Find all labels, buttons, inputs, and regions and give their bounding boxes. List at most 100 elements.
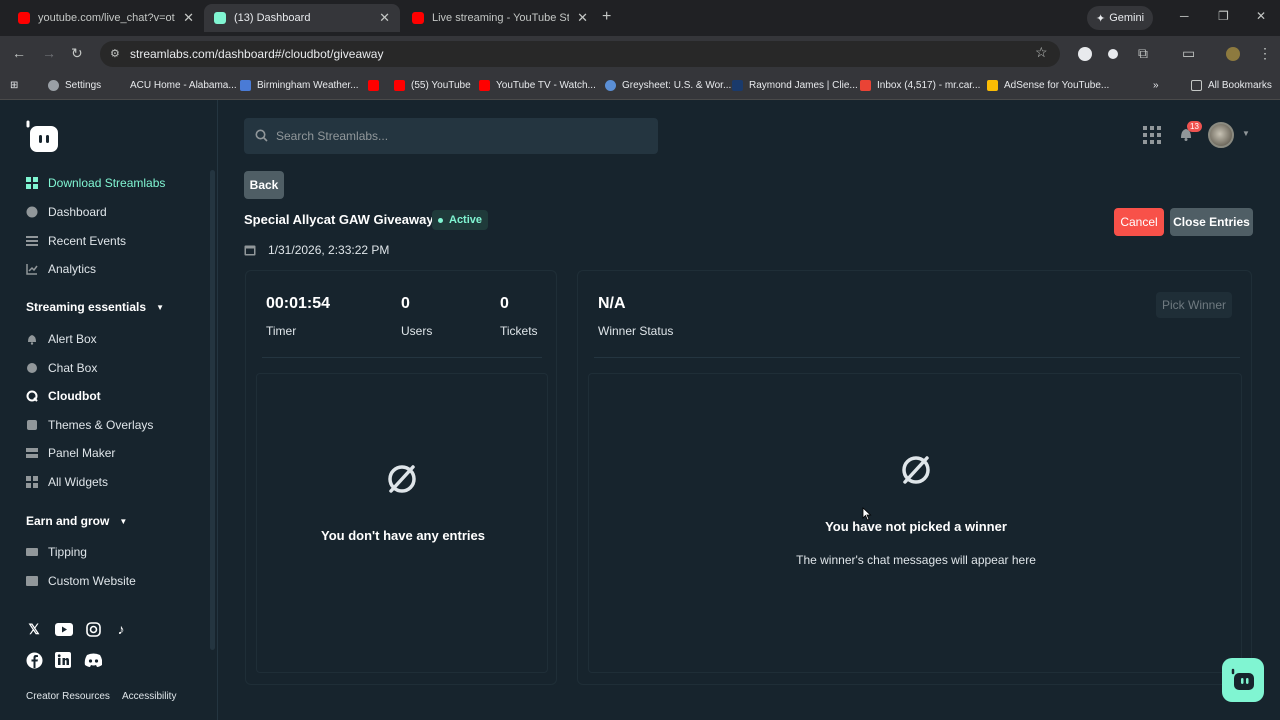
youtube-favicon-icon <box>412 12 424 24</box>
sidebar-item-dashboard[interactable]: Dashboard <box>26 205 107 219</box>
browser-tabbar: youtube.com/live_chat?v=otuLQu ✕ (13) Da… <box>0 0 1280 36</box>
sidebar-item-themes[interactable]: Themes & Overlays <box>26 418 153 432</box>
chart-icon <box>26 263 38 275</box>
facebook-icon[interactable] <box>25 651 43 669</box>
new-tab-icon[interactable]: + <box>602 8 611 26</box>
forward-arrow-icon[interactable]: → <box>42 45 56 61</box>
bookmark-youtube-tv[interactable]: YouTube TV - Watch... <box>479 80 596 91</box>
bookmark-inbox[interactable]: Inbox (4,517) - mr.car... <box>860 80 980 91</box>
youtube-bookmark-icon[interactable] <box>368 80 385 91</box>
greysheet-icon <box>605 80 616 91</box>
cancel-button[interactable]: Cancel <box>1114 208 1164 236</box>
gemini-label: Gemini <box>1109 12 1145 24</box>
pick-winner-button[interactable]: Pick Winner <box>1156 292 1232 318</box>
close-tab-icon[interactable]: ✕ <box>577 10 588 26</box>
tab-dashboard[interactable]: (13) Dashboard ✕ <box>204 4 400 32</box>
avatar[interactable] <box>1208 122 1234 148</box>
close-tab-icon[interactable]: ✕ <box>379 10 390 26</box>
notification-count-badge: 13 <box>1187 121 1202 132</box>
extension-record-icon[interactable] <box>1108 49 1118 59</box>
bookmark-settings[interactable]: Settings <box>48 80 101 91</box>
close-entries-button[interactable]: Close Entries <box>1170 208 1253 236</box>
reload-icon[interactable]: ↻ <box>71 45 83 62</box>
back-arrow-icon[interactable]: ← <box>12 45 26 61</box>
minimize-icon[interactable]: ─ <box>1180 9 1189 23</box>
address-bar[interactable]: ⚙ streamlabs.com/dashboard#/cloudbot/giv… <box>100 41 1060 67</box>
support-chat-button[interactable] <box>1222 658 1264 702</box>
caret-down-icon[interactable]: ▼ <box>1242 129 1250 138</box>
bookmark-star-icon[interactable]: ☆ <box>1035 44 1048 61</box>
tiktok-icon[interactable]: ♪ <box>112 620 130 638</box>
more-bookmarks-icon[interactable]: » <box>1153 80 1159 91</box>
winner-hint: The winner's chat messages will appear h… <box>796 553 1036 567</box>
accessibility-link[interactable]: Accessibility <box>122 691 176 702</box>
linkedin-icon[interactable] <box>54 651 72 669</box>
back-button[interactable]: Back <box>244 171 284 199</box>
streamlabs-logo-icon[interactable] <box>24 120 60 154</box>
apps-grid-icon[interactable] <box>1143 126 1161 144</box>
users-label: Users <box>401 324 433 338</box>
site-info-icon[interactable]: ⚙ <box>110 47 120 60</box>
close-tab-icon[interactable]: ✕ <box>183 10 194 26</box>
sidebar-item-all-widgets[interactable]: All Widgets <box>26 475 108 489</box>
instagram-icon[interactable] <box>84 620 102 638</box>
rj-icon <box>732 80 743 91</box>
bookmark-acu[interactable]: ACU Home - Alabama... <box>130 80 237 91</box>
cast-icon[interactable]: ▭ <box>1182 45 1195 62</box>
apps-grid-icon[interactable]: ⊞ <box>10 80 18 91</box>
x-twitter-icon[interactable]: 𝕏 <box>25 620 43 638</box>
bookmark-adsense[interactable]: AdSense for YouTube... <box>987 80 1109 91</box>
sidebar-item-custom-website[interactable]: Custom Website <box>26 574 136 588</box>
close-window-icon[interactable]: ✕ <box>1256 9 1266 23</box>
sidebar-item-alert-box[interactable]: Alert Box <box>26 332 97 346</box>
gemini-button[interactable]: ✦ Gemini <box>1087 6 1153 30</box>
status-label: Active <box>449 214 483 226</box>
winner-divider <box>594 357 1240 358</box>
extension-s-icon[interactable] <box>1078 47 1092 61</box>
timer-value: 00:01:54 <box>266 295 331 312</box>
chat-icon <box>26 362 38 374</box>
bookmark-raymond-james[interactable]: Raymond James | Clie... <box>732 80 858 91</box>
youtube-icon[interactable] <box>55 620 73 638</box>
sidebar-item-tipping[interactable]: Tipping <box>26 545 87 559</box>
date-text: 1/31/2026, 2:33:22 PM <box>268 243 390 257</box>
bookmark-weather[interactable]: Birmingham Weather... <box>240 80 359 91</box>
sidebar-item-label: Tipping <box>48 545 87 559</box>
sidebar-item-download[interactable]: Download Streamlabs <box>26 176 165 190</box>
restore-icon[interactable]: ❐ <box>1218 9 1229 23</box>
tab-youtube-studio[interactable]: Live streaming - YouTube Studio ✕ <box>402 4 598 32</box>
sidebar-item-label: Download Streamlabs <box>48 176 166 190</box>
search-input[interactable]: Search Streamlabs... <box>244 118 658 154</box>
section-label: Streaming essentials <box>26 300 147 314</box>
sidebar-item-label: Alert Box <box>48 332 97 346</box>
sidebar-item-cloudbot[interactable]: Cloudbot <box>26 389 101 403</box>
weather-icon <box>240 80 251 91</box>
profile-icon[interactable] <box>1226 47 1240 61</box>
sidebar-scrollbar[interactable] <box>210 170 215 650</box>
bookmark-label: (55) YouTube <box>411 80 471 91</box>
bookmark-label: Greysheet: U.S. & Wor... <box>622 80 732 91</box>
stats-divider <box>262 357 542 358</box>
search-placeholder: Search Streamlabs... <box>276 129 389 143</box>
tipping-icon <box>26 546 38 558</box>
bookmark-label: YouTube TV - Watch... <box>496 80 596 91</box>
tab-title: youtube.com/live_chat?v=otuLQu <box>38 12 175 24</box>
sidebar-item-panel-maker[interactable]: Panel Maker <box>26 446 115 460</box>
extensions-puzzle-icon[interactable]: ⧉ <box>1138 45 1148 62</box>
bell-icon <box>26 333 38 345</box>
entries-list: You don't have any entries <box>256 373 548 673</box>
bookmark-greysheet[interactable]: Greysheet: U.S. & Wor... <box>605 80 731 91</box>
section-earn-and-grow[interactable]: Earn and grow ▼ <box>26 514 127 528</box>
menu-kebab-icon[interactable]: ⋮ <box>1258 45 1272 62</box>
sidebar-item-label: Chat Box <box>48 361 98 375</box>
sidebar-item-analytics[interactable]: Analytics <box>26 262 96 276</box>
bookmark-youtube[interactable]: (55) YouTube <box>394 80 471 91</box>
all-bookmarks[interactable]: All Bookmarks <box>1191 80 1272 91</box>
bookmark-label: Birmingham Weather... <box>257 80 359 91</box>
sidebar-item-recent-events[interactable]: Recent Events <box>26 234 126 248</box>
tab-youtube-live-chat[interactable]: youtube.com/live_chat?v=otuLQu ✕ <box>8 4 204 32</box>
sidebar-item-chat-box[interactable]: Chat Box <box>26 361 97 375</box>
section-streaming-essentials[interactable]: Streaming essentials ▼ <box>26 300 164 314</box>
creator-resources-link[interactable]: Creator Resources <box>26 691 110 702</box>
discord-icon[interactable] <box>84 651 102 669</box>
